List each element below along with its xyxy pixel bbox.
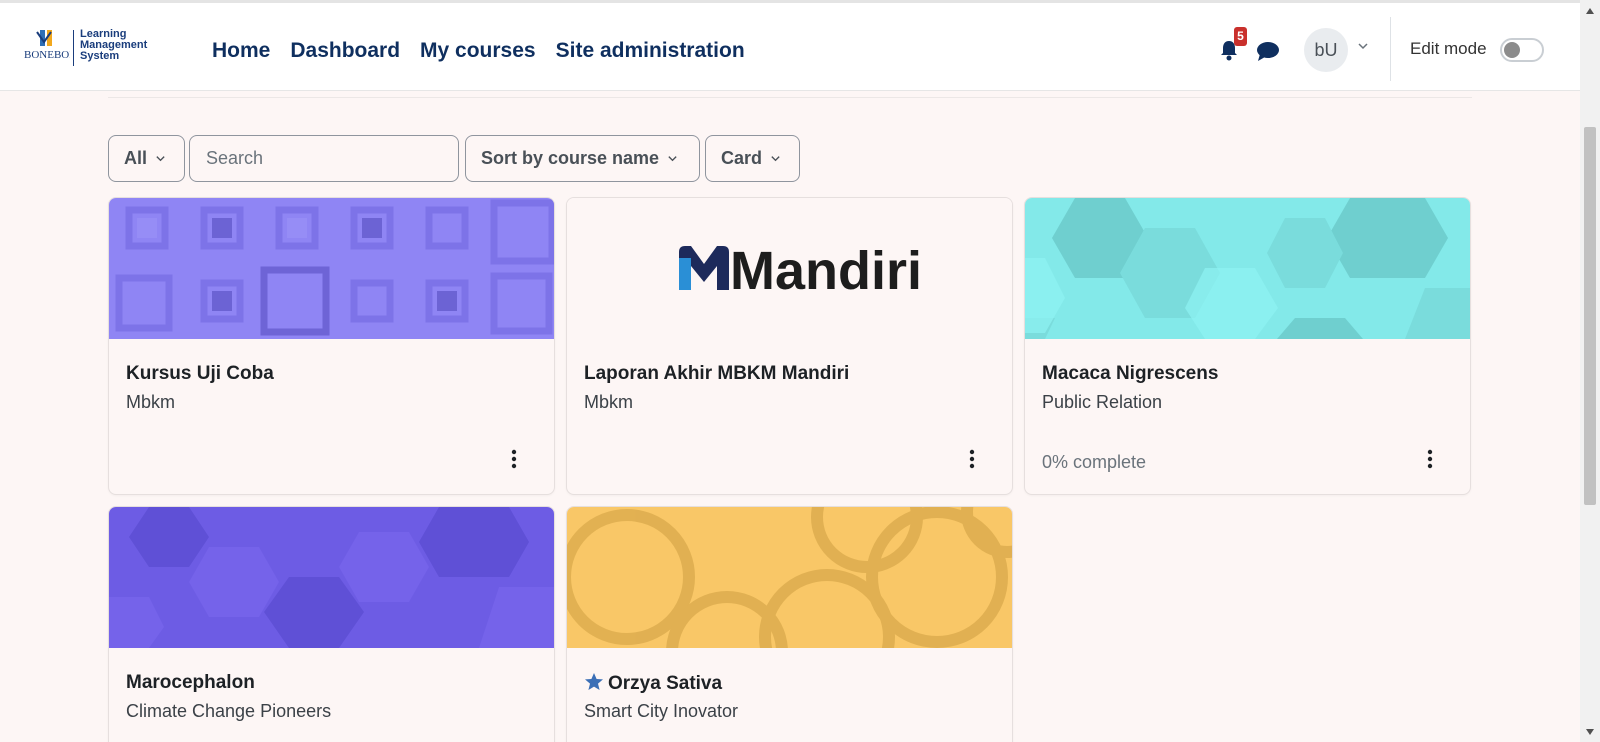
view-dropdown-label: Card <box>721 148 763 168</box>
course-actions-kebab-icon[interactable] <box>967 448 977 470</box>
course-title[interactable]: Macaca Nigrescens <box>1042 363 1218 385</box>
course-card[interactable]: Orzya Sativa Smart City Inovator <box>566 506 1013 742</box>
grouping-dropdown-label: All <box>124 148 148 168</box>
course-image-teal-hexagons[interactable] <box>1025 198 1471 339</box>
primary-navigation: Home Dashboard My courses Site administr… <box>212 39 745 63</box>
nav-dashboard[interactable]: Dashboard <box>290 39 400 63</box>
nav-site-administration[interactable]: Site administration <box>556 39 745 63</box>
user-avatar[interactable]: bU <box>1304 28 1348 72</box>
grouping-dropdown[interactable]: All <box>108 135 185 182</box>
course-category: Public Relation <box>1042 392 1163 412</box>
course-category: Mbkm <box>126 392 175 412</box>
scroll-up-arrow-icon[interactable] <box>1584 6 1596 16</box>
logo-mark-icon: BONEBOL <box>24 30 70 61</box>
logo-wordmark: BONEBOL <box>24 49 70 61</box>
course-image-yellow-circles[interactable] <box>567 507 1013 648</box>
page-scrollbar[interactable] <box>1580 0 1600 742</box>
edit-mode-toggle[interactable] <box>1500 38 1544 62</box>
course-card[interactable]: Mandiri Laporan Akhir MBKM Mandiri Mbkm <box>566 197 1013 495</box>
logo-text: Learning Management System <box>80 29 147 62</box>
course-title[interactable]: Laporan Akhir MBKM Mandiri <box>584 363 849 385</box>
course-card[interactable]: Macaca Nigrescens Public Relation 0% com… <box>1024 197 1471 495</box>
course-actions-kebab-icon[interactable] <box>509 448 519 470</box>
edit-mode-label: Edit mode <box>1410 39 1487 58</box>
course-category: Smart City Inovator <box>584 701 739 721</box>
top-navbar: BONEBOL Learning Management System Home … <box>0 0 1580 91</box>
chevron-down-icon <box>156 156 165 162</box>
course-title[interactable]: Marocephalon <box>126 672 255 694</box>
course-card[interactable]: Marocephalon Climate Change Pioneers <box>108 506 555 742</box>
nav-my-courses[interactable]: My courses <box>420 39 536 63</box>
notification-count-badge: 5 <box>1234 27 1247 46</box>
sort-dropdown-label: Sort by course name <box>481 148 660 168</box>
chevron-down-icon <box>668 156 677 162</box>
course-image-mandiri-logo[interactable]: Mandiri <box>567 198 1013 339</box>
course-title-text: Orzya Sativa <box>608 673 723 694</box>
logo-divider <box>73 30 74 66</box>
content-divider <box>108 97 1472 98</box>
course-progress-text: 0% complete <box>1042 452 1147 472</box>
course-title[interactable]: Kursus Uji Coba <box>126 363 274 385</box>
user-menu-chevron-down-icon[interactable] <box>1357 40 1369 52</box>
view-dropdown[interactable]: Card <box>705 135 800 182</box>
navbar-divider <box>1390 17 1391 81</box>
starred-course-star-icon[interactable] <box>584 672 604 692</box>
sort-dropdown[interactable]: Sort by course name <box>465 135 700 182</box>
course-category: Climate Change Pioneers <box>126 701 332 721</box>
course-image-indigo-hexagons[interactable] <box>109 507 555 648</box>
mandiri-logo-text: Mandiri <box>730 241 922 301</box>
course-card[interactable]: Kursus Uji Coba Mbkm <box>108 197 555 495</box>
chevron-down-icon <box>771 156 780 162</box>
site-logo[interactable]: BONEBOL Learning Management System <box>20 28 165 70</box>
course-actions-kebab-icon[interactable] <box>1425 448 1435 470</box>
course-category: Mbkm <box>584 392 633 412</box>
nav-home[interactable]: Home <box>212 39 270 63</box>
course-image-purple-squares[interactable] <box>109 198 555 339</box>
scroll-down-arrow-icon[interactable] <box>1584 727 1596 737</box>
course-search-input[interactable] <box>189 135 459 182</box>
course-title[interactable]: Orzya Sativa <box>584 672 722 695</box>
scrollbar-thumb[interactable] <box>1584 127 1596 505</box>
messages-chat-icon[interactable] <box>1256 40 1280 62</box>
logo-line-3: System <box>80 50 120 62</box>
edit-mode-toggle-knob <box>1504 42 1520 58</box>
